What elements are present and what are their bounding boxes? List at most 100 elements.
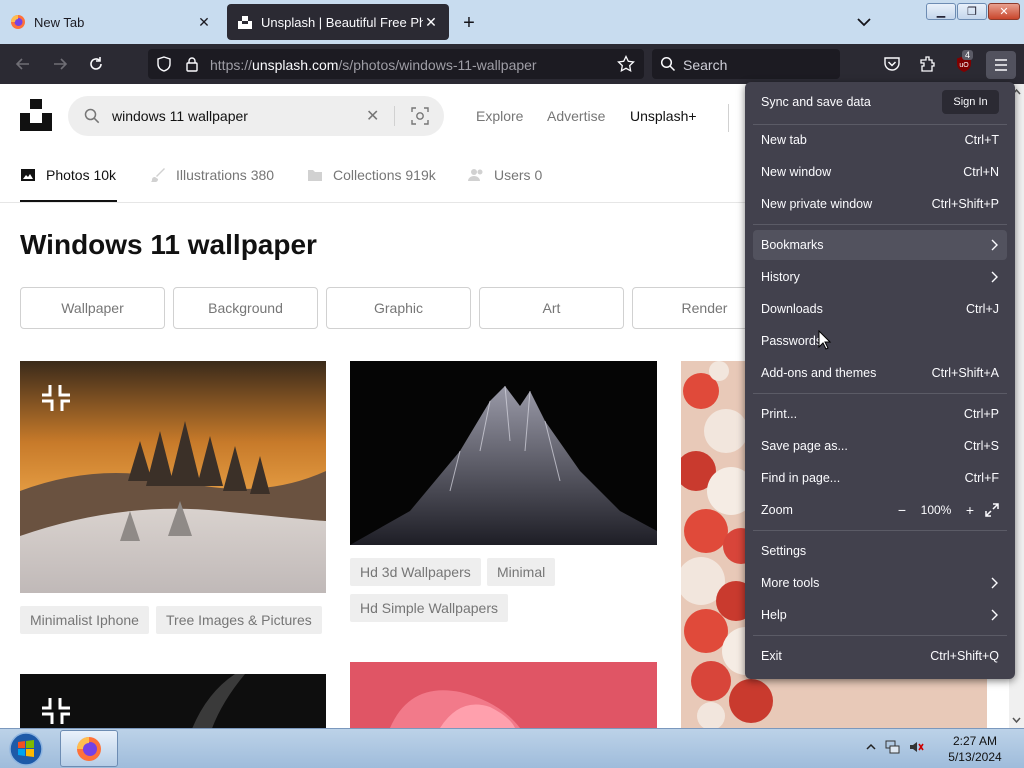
taskbar-firefox-button[interactable]	[60, 730, 118, 767]
minimize-window-button[interactable]: ▁	[926, 3, 956, 20]
photo-tag[interactable]: Minimal	[487, 558, 556, 586]
pocket-icon[interactable]	[880, 52, 904, 76]
menu-item-new-tab[interactable]: New tab Ctrl+T	[753, 125, 1007, 155]
menu-item-bookmarks[interactable]: Bookmarks	[753, 230, 1007, 260]
menu-item-help[interactable]: Help	[753, 600, 1007, 630]
menu-item-label: Settings	[761, 544, 807, 558]
nav-advertise-link[interactable]: Advertise	[547, 108, 605, 124]
header-divider	[728, 104, 729, 132]
menu-item-new-private-window[interactable]: New private window Ctrl+Shift+P	[753, 189, 1007, 219]
forward-arrow-icon[interactable]	[48, 52, 72, 76]
menu-item-more-tools[interactable]: More tools	[753, 568, 1007, 598]
close-tab-icon[interactable]: ✕	[423, 14, 439, 30]
back-arrow-icon[interactable]	[11, 52, 35, 76]
close-tab-icon[interactable]: ✕	[196, 14, 212, 30]
restore-window-button[interactable]: ❐	[957, 3, 987, 20]
photo-tag[interactable]: Minimalist Iphone	[20, 606, 149, 634]
lock-icon[interactable]	[180, 52, 204, 76]
chevron-right-icon	[991, 577, 998, 589]
sign-in-button[interactable]: Sign In	[942, 90, 999, 114]
menu-item-label: New private window	[761, 197, 873, 211]
nav-explore-link[interactable]: Explore	[476, 108, 523, 124]
related-search-chip[interactable]: Graphic	[326, 287, 471, 329]
menu-item-history[interactable]: History	[753, 262, 1007, 292]
menu-item-shortcut: Ctrl+N	[963, 165, 999, 179]
menu-item-label: Save page as...	[761, 439, 848, 453]
menu-item-print[interactable]: Print... Ctrl+P	[753, 399, 1007, 429]
menu-item-addons-themes[interactable]: Add-ons and themes Ctrl+Shift+A	[753, 358, 1007, 388]
tab-unsplash[interactable]: Unsplash | Beautiful Free Photos ✕	[227, 4, 449, 40]
tab-users[interactable]: Users 0	[468, 167, 542, 183]
chevron-right-icon	[991, 239, 998, 251]
menu-item-save-page[interactable]: Save page as... Ctrl+S	[753, 431, 1007, 461]
tab-illustrations[interactable]: Illustrations 380	[150, 167, 274, 183]
zoom-out-button[interactable]: −	[893, 501, 911, 519]
bookmark-star-icon[interactable]	[614, 52, 638, 76]
search-query-input[interactable]: windows 11 wallpaper	[112, 108, 248, 124]
extensions-icon[interactable]	[916, 52, 940, 76]
menu-item-shortcut: Ctrl+T	[964, 133, 999, 147]
menu-item-label: Find in page...	[761, 471, 841, 485]
clock-date: 5/13/2024	[948, 750, 1002, 764]
menu-item-find-in-page[interactable]: Find in page... Ctrl+F	[753, 463, 1007, 493]
photo-snowy-forest[interactable]	[20, 361, 326, 593]
menu-item-shortcut: Ctrl+Shift+P	[931, 197, 999, 211]
scroll-down-icon[interactable]	[1012, 716, 1021, 724]
related-search-chip[interactable]: Background	[173, 287, 318, 329]
visual-search-icon[interactable]	[411, 107, 429, 125]
menu-separator	[753, 635, 1007, 636]
menu-item-label: Help	[761, 608, 787, 622]
url-domain: unsplash.com	[252, 57, 339, 73]
url-scheme: https://	[210, 57, 253, 73]
menu-item-downloads[interactable]: Downloads Ctrl+J	[753, 294, 1007, 324]
chevron-down-icon[interactable]	[854, 12, 874, 32]
menu-item-label: New window	[761, 165, 832, 179]
system-clock[interactable]: 2:27 AM 5/13/2024	[935, 733, 1015, 765]
mouse-cursor-icon	[818, 330, 832, 350]
fullscreen-icon[interactable]	[985, 503, 999, 517]
hamburger-menu-icon[interactable]	[986, 51, 1016, 79]
tab-collections[interactable]: Collections 919k	[307, 167, 436, 183]
zoom-level[interactable]: 100%	[917, 503, 955, 517]
related-search-chip[interactable]: Wallpaper	[20, 287, 165, 329]
search-bar[interactable]: Search	[652, 49, 840, 79]
tab-illustrations-label: Illustrations 380	[176, 167, 275, 183]
nav-unsplash-plus-link[interactable]: Unsplash+	[630, 108, 697, 124]
search-placeholder: Search	[683, 57, 728, 73]
search-icon	[656, 52, 680, 76]
clear-search-icon[interactable]: ✕	[366, 106, 379, 126]
unsplash-logo-icon[interactable]	[20, 99, 52, 131]
menu-item-settings[interactable]: Settings	[753, 536, 1007, 566]
reload-icon[interactable]	[84, 52, 108, 76]
tab-new-tab[interactable]: New Tab ✕	[0, 4, 222, 40]
navigation-toolbar: https://unsplash.com/s/photos/windows-11…	[0, 44, 1024, 84]
search-icon[interactable]	[84, 108, 100, 124]
close-window-button[interactable]: ✕	[988, 3, 1020, 20]
new-tab-button[interactable]: +	[458, 12, 480, 34]
chevron-up-icon[interactable]	[866, 742, 876, 752]
related-search-chip[interactable]: Art	[479, 287, 624, 329]
tab-photos[interactable]: Photos 10k	[20, 167, 116, 183]
url-path: /s/photos/windows-11-wallpaper	[338, 57, 537, 73]
volume-muted-icon[interactable]	[908, 739, 924, 755]
menu-item-label: More tools	[761, 576, 820, 590]
photo-3d-mountain[interactable]	[350, 361, 657, 545]
menu-item-passwords[interactable]: Passwords	[753, 326, 1007, 356]
url-bar[interactable]: https://unsplash.com/s/photos/windows-11…	[148, 49, 644, 79]
windows-start-icon[interactable]	[6, 731, 46, 767]
photo-tag[interactable]: Tree Images & Pictures	[156, 606, 322, 634]
menu-item-label: New tab	[761, 133, 807, 147]
menu-item-exit[interactable]: Exit Ctrl+Shift+Q	[753, 641, 1007, 671]
network-icon[interactable]	[884, 739, 900, 755]
shield-icon[interactable]	[152, 52, 176, 76]
photo-tag[interactable]: Hd 3d Wallpapers	[350, 558, 481, 586]
menu-item-new-window[interactable]: New window Ctrl+N	[753, 157, 1007, 187]
photo-pink-image	[390, 690, 520, 728]
url-text[interactable]: https://unsplash.com/s/photos/windows-11…	[210, 57, 537, 73]
zoom-in-button[interactable]: +	[961, 501, 979, 519]
photo-pink[interactable]	[350, 662, 657, 728]
photo-dark[interactable]	[20, 674, 326, 728]
photo-tag[interactable]: Hd Simple Wallpapers	[350, 594, 508, 622]
page-search-bar[interactable]: windows 11 wallpaper ✕	[68, 96, 444, 136]
chevron-right-icon	[991, 271, 998, 283]
